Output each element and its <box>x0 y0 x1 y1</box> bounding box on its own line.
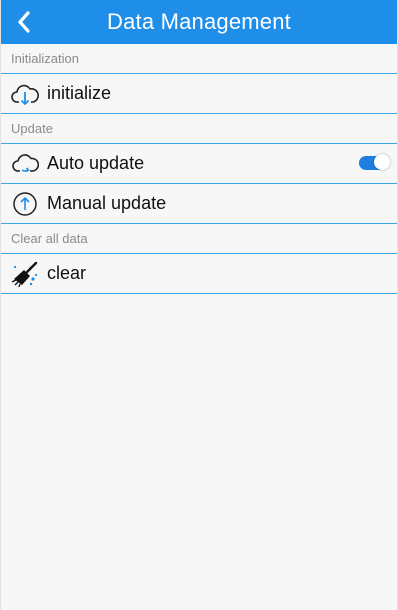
chevron-left-icon <box>18 11 30 33</box>
initialize-row[interactable]: initialize <box>1 74 397 114</box>
manual-update-row[interactable]: Manual update <box>1 184 397 224</box>
section-header-initialization: Initialization <box>1 44 397 74</box>
auto-update-label: Auto update <box>47 153 145 173</box>
section-header-update: Update <box>1 114 397 144</box>
cloud-download-icon <box>11 80 39 108</box>
manual-update-label: Manual update <box>47 193 167 213</box>
auto-update-toggle[interactable] <box>359 154 390 170</box>
back-button[interactable] <box>7 0 41 44</box>
auto-update-row[interactable]: Auto update <box>1 144 397 184</box>
section-header-clear: Clear all data <box>1 224 397 254</box>
data-management-screen: Data Management Initialization initializ… <box>0 0 398 610</box>
toggle-knob <box>374 154 390 170</box>
clear-row[interactable]: clear <box>1 254 397 294</box>
broom-icon <box>11 260 39 288</box>
arrow-up-circle-icon <box>11 190 39 218</box>
page-title: Data Management <box>107 9 291 34</box>
top-app-bar: Data Management <box>1 0 397 44</box>
initialize-label: initialize <box>47 83 112 103</box>
cloud-sync-icon <box>11 150 39 178</box>
clear-label: clear <box>47 263 87 283</box>
